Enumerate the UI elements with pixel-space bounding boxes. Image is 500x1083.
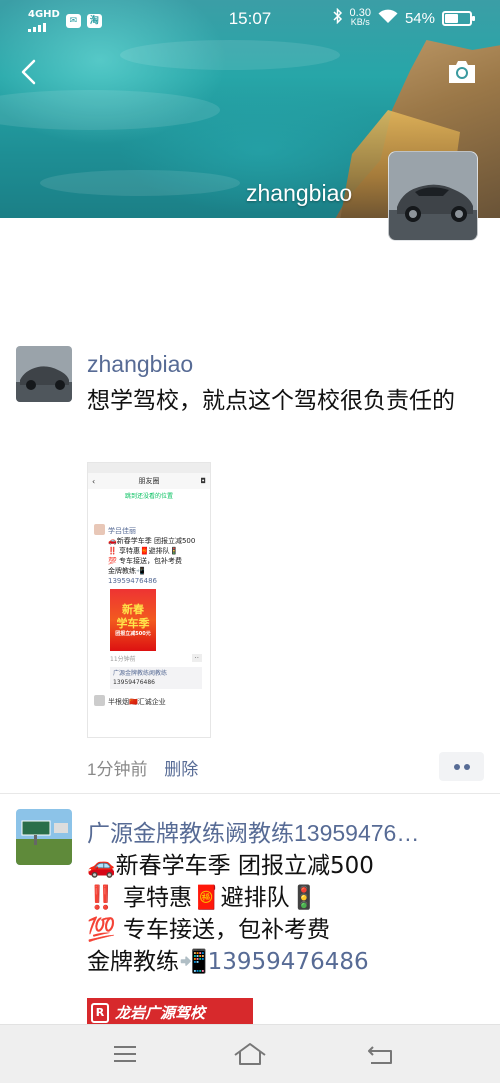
profile-avatar[interactable] (388, 151, 478, 241)
battery-icon (442, 10, 475, 26)
phone-link[interactable]: 13959476486 (208, 949, 369, 975)
post-line: 金牌教练📲13959476486 (87, 946, 477, 978)
post-text: 🚗新春学车季 团报立减500 ‼️ 享特惠🧧避排队🚦 💯 专车接送，包补考费 金… (87, 850, 477, 978)
shared-screenshot[interactable]: ‹ 朋友圈 ◘ 跳到还没看的位置 学吕佳丽 🚗新春学车季 团报立减500 ‼️ … (87, 462, 211, 738)
mini-text: 🚗新春学车季 团报立减500 ‼️ 享特惠🧧避排队🚦 💯 专车接送，包补考费 金… (92, 536, 206, 586)
cover-wave (0, 90, 220, 130)
billboard-avatar-image (16, 809, 72, 865)
mini-comment: 广源金牌教练阙教练 13959476486 (110, 667, 202, 689)
return-button[interactable] (360, 1039, 400, 1069)
menu-icon (114, 1046, 136, 1062)
cover-wave (120, 40, 340, 70)
post-line: 🚗新春学车季 团报立减500 (87, 853, 374, 879)
post-time: 1分钟前 (87, 760, 148, 779)
author-avatar[interactable] (16, 346, 72, 402)
mini-line: 💯 专车接送，包补考费 (108, 557, 182, 565)
battery-fill (445, 13, 458, 23)
mini-back-icon: ‹ (92, 476, 96, 486)
mini-line: 🚗新春学车季 团报立减500 (108, 537, 196, 545)
status-bar: 4GHD ✉ 淘 15:07 0.30 KB/s 54% (0, 0, 500, 40)
mini-time-row: 11分钟前 ·· (92, 654, 206, 663)
mini-time: 11分钟前 (110, 656, 136, 663)
bluetooth-icon (333, 7, 343, 28)
delete-link[interactable]: 删除 (164, 760, 198, 779)
poster-title: 新春 (122, 603, 144, 616)
status-right: 0.30 KB/s 54% (333, 7, 475, 28)
mini-comment-text: 13959476486 (113, 679, 155, 686)
mini-nav-bar: ‹ 朋友圈 ◘ (88, 473, 210, 489)
post-divider (0, 793, 500, 794)
back-button[interactable] (14, 56, 46, 88)
menu-button[interactable] (105, 1039, 145, 1069)
cover-username: zhangbiao (246, 180, 353, 206)
post-text: 想学驾校，就点这个驾校很负责任的 (87, 388, 455, 414)
speed-unit: KB/s (350, 17, 370, 27)
poster-subtitle: 团报立减500元 (115, 631, 151, 637)
mini-nav-title: 朋友圈 (138, 477, 160, 485)
mini-feed: 学吕佳丽 🚗新春学车季 团报立减500 ‼️ 享特惠🧧避排队🚦 💯 专车接送，包… (88, 502, 210, 737)
mini-more-icon: ·· (191, 654, 202, 662)
mini-next-author: 半根烟🇨🇳汇诚企业 (92, 695, 206, 707)
post-meta: 1分钟前 删除 (87, 755, 198, 780)
mini-status-bar (88, 463, 210, 473)
mini-camera-icon: ◘ (200, 477, 206, 485)
more-dots-icon[interactable] (439, 752, 484, 781)
mini-author: 学吕佳丽 (92, 524, 206, 536)
post-author-name[interactable]: 广源金牌教练阙教练13959476… (87, 814, 477, 848)
author-avatar[interactable] (16, 809, 72, 865)
home-button[interactable] (230, 1039, 270, 1069)
battery-percent: 54% (404, 9, 435, 27)
post-line: ‼️ 享特惠🧧避排队🚦 (87, 885, 319, 911)
post-line: 💯 专车接送，包补考费 (87, 917, 330, 943)
post-author-name[interactable]: zhangbiao (87, 351, 477, 378)
wifi-icon (378, 9, 398, 28)
camera-button[interactable] (446, 58, 478, 86)
mini-line: ‼️ 享特惠🧧避排队🚦 (108, 547, 179, 555)
mini-line: 金牌教练📲 (108, 567, 145, 575)
home-icon (234, 1043, 266, 1065)
camera-icon (449, 61, 475, 83)
mini-comment-author: 广源金牌教练阙教练 (113, 670, 168, 677)
system-nav-bar (0, 1024, 500, 1083)
back-icon (21, 59, 36, 85)
car-avatar-image (389, 152, 477, 240)
return-icon (368, 1046, 392, 1064)
mini-promo-poster: 新春 学车季 团报立减500元 (110, 589, 156, 651)
network-speed: 0.30 KB/s (350, 8, 371, 27)
cover-wave (40, 170, 240, 196)
poster-title: 学车季 (116, 617, 150, 630)
mini-jump-notice: 跳到还没看的位置 (88, 489, 210, 502)
car-avatar-image (16, 346, 72, 402)
mini-phone: 13959476486 (108, 577, 157, 585)
post-line-prefix: 金牌教练📲 (87, 949, 208, 975)
school-logo: R (91, 1003, 109, 1023)
school-banner-text: 龙岩广源驾校 (115, 1004, 206, 1022)
